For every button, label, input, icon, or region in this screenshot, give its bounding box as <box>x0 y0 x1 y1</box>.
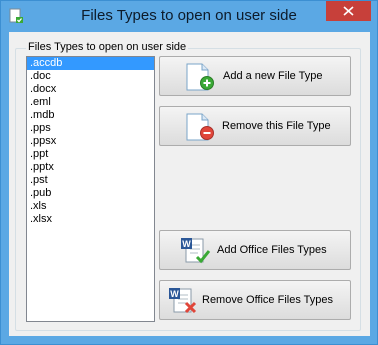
dialog-client-area: Files Types to open on user side .accdb.… <box>9 32 370 336</box>
remove-file-type-button[interactable]: Remove this File Type <box>159 106 351 146</box>
add-office-types-label: Add Office Files Types <box>217 244 327 256</box>
add-office-types-button[interactable]: W Add Office Files Types <box>159 230 351 270</box>
add-file-type-button[interactable]: Add a new File Type <box>159 56 351 96</box>
add-file-type-label: Add a new File Type <box>223 70 323 82</box>
list-item[interactable]: .ppt <box>27 148 154 161</box>
svg-text:W: W <box>170 289 179 299</box>
close-icon <box>343 6 354 16</box>
groupbox-label: Files Types to open on user side <box>26 41 189 53</box>
file-types-list[interactable]: .accdb .doc .docx .eml .mdb .pps .ppsx .ppt .ppt… <box>26 56 155 322</box>
list-item[interactable]: .pub <box>27 187 154 200</box>
list-item[interactable]: .pst <box>27 174 154 187</box>
title-bar[interactable]: Files Types to open on user side <box>1 1 377 32</box>
window-title: Files Types to open on user side <box>81 7 297 24</box>
list-item[interactable]: .pps <box>27 122 154 135</box>
svg-text:W: W <box>182 239 191 249</box>
word-document-check-icon: W <box>181 238 211 264</box>
add-file-icon <box>186 63 214 91</box>
list-item[interactable]: .eml <box>27 96 154 109</box>
remove-office-types-label: Remove Office Files Types <box>202 294 334 306</box>
list-item[interactable]: .doc <box>27 70 154 83</box>
list-item[interactable]: .pptx <box>27 161 154 174</box>
word-document-delete-icon: W <box>169 288 197 314</box>
list-item[interactable]: .docx <box>27 83 154 96</box>
dialog-window: Files Types to open on user side Files T… <box>0 0 378 345</box>
remove-file-type-label: Remove this File Type <box>222 120 331 132</box>
close-button[interactable] <box>326 1 371 21</box>
list-item[interactable]: .ppsx <box>27 135 154 148</box>
list-item[interactable]: .mdb <box>27 109 154 122</box>
list-item[interactable]: .accdb <box>27 57 154 70</box>
remove-file-icon <box>186 113 214 141</box>
list-item[interactable]: .xlsx <box>27 213 154 226</box>
remove-office-types-button[interactable]: W Remove Office Files Types <box>159 280 351 320</box>
list-item[interactable]: .xls <box>27 200 154 213</box>
